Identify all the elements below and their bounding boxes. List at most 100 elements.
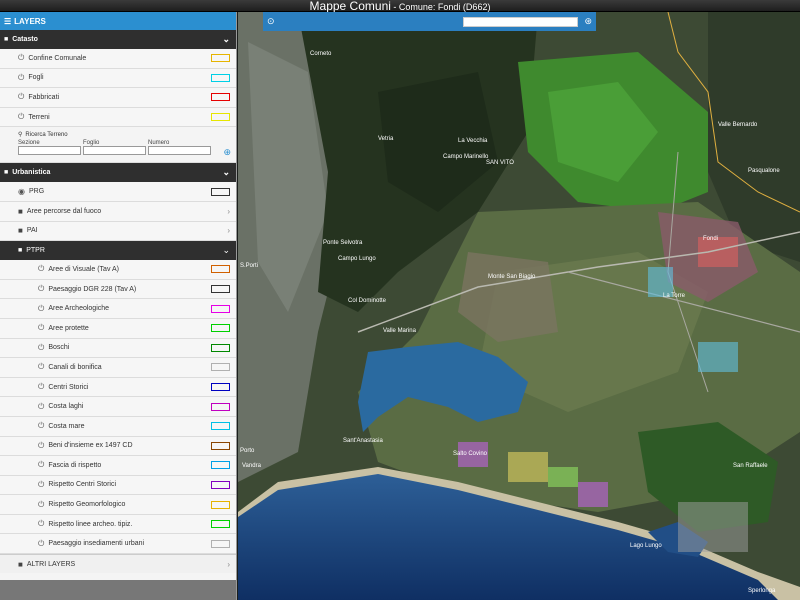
chevron-right-icon[interactable]: › — [227, 560, 230, 569]
layer-label: Paesaggio insediamenti urbani — [48, 540, 145, 548]
layer-label: Aree protette — [48, 324, 89, 332]
satellite-map[interactable]: Vetria La Vecchia Campo Marinello SAN VI… — [238, 12, 800, 600]
zoom-search-icon[interactable]: ⊕ — [223, 147, 231, 158]
layer-row[interactable]: ⏻ Rispetto Geomorfologico — [0, 495, 236, 515]
map-canvas[interactable]: Vetria La Vecchia Campo Marinello SAN VI… — [238, 12, 800, 600]
legend-swatch — [211, 363, 230, 372]
legend-swatch — [211, 304, 230, 313]
legend-swatch — [211, 402, 230, 411]
chevron-right-icon[interactable]: › — [227, 226, 230, 235]
chevron-right-icon[interactable]: › — [227, 207, 230, 216]
chevron-down-icon[interactable]: ⌄ — [222, 34, 230, 45]
map-search-input[interactable] — [463, 16, 579, 27]
map-label: Campo Lungo — [338, 256, 376, 262]
map-label: SAN VITO — [486, 160, 514, 166]
power-toggle-icon[interactable]: ⏻ — [18, 92, 24, 102]
map-label: Fondi — [703, 236, 718, 242]
legend-swatch — [211, 73, 230, 82]
map-label: Valle Marina — [383, 328, 417, 334]
layer-row[interactable]: ⏻ Costa laghi — [0, 397, 236, 417]
section-catasto-label: Catasto — [12, 36, 38, 43]
folder-label: Aree percorse dal fuoco — [26, 207, 102, 215]
power-toggle-icon[interactable]: ⏻ — [38, 460, 44, 470]
legend-swatch — [211, 480, 230, 489]
altri-layers[interactable]: ■ ALTRI LAYERS › — [0, 554, 236, 574]
folder-aree-percorse[interactable]: ■ Aree percorse dal fuoco › — [0, 201, 236, 222]
power-toggle-icon[interactable]: ⏻ — [18, 112, 24, 122]
layer-label: Costa mare — [48, 422, 85, 430]
layer-row[interactable]: ⏻ Beni d'insieme ex 1497 CD — [0, 436, 236, 457]
radio-icon[interactable]: ◉ — [18, 187, 25, 196]
layer-label: Fabbricati — [28, 93, 60, 101]
layers-sidebar: ☰ LAYERS ■ Catasto ⌄ ⏻ Confine Comunale ⏻ Fo… — [0, 12, 237, 600]
layer-row[interactable]: ⏻ Fascia di rispetto — [0, 456, 236, 476]
layers-header: ☰ LAYERS — [0, 12, 236, 30]
power-toggle-icon[interactable]: ⏻ — [38, 500, 44, 510]
map-label: Vetria — [378, 136, 394, 142]
chevron-down-icon[interactable]: ⌄ — [222, 245, 230, 256]
section-urbanistica-label: Urbanistica — [12, 169, 51, 177]
layer-row[interactable]: ⏻ Centri Storici — [0, 377, 236, 398]
power-toggle-icon[interactable]: ⏻ — [18, 53, 24, 63]
layer-row[interactable]: ⏻ Canali di bonifica — [0, 358, 236, 378]
numero-input[interactable] — [148, 146, 211, 156]
layer-row[interactable]: ⏻ Paesaggio insediamenti urbani — [0, 534, 236, 555]
map-label: Porto — [240, 448, 255, 454]
legend-swatch — [211, 343, 230, 352]
section-ptpr[interactable]: ■ PTPR ⌄ — [0, 241, 236, 261]
layer-row[interactable]: ⏻ Aree protette — [0, 318, 236, 339]
power-toggle-icon[interactable]: ⏻ — [38, 480, 44, 490]
section-catasto[interactable]: ■ Catasto ⌄ — [0, 30, 236, 49]
section-ptpr-label: PTPR — [26, 247, 45, 255]
layer-row[interactable]: ⏻ Rispetto linee archeo. tipiz. — [0, 514, 236, 535]
layer-row[interactable]: ⏻ Aree di Visuale (Tav A) — [0, 260, 236, 280]
layer-label: Canali di bonifica — [48, 363, 102, 371]
folder-pai[interactable]: ■ PAI › — [0, 221, 236, 242]
map-label: Pasqualone — [748, 168, 780, 174]
layer-label: Fogli — [28, 74, 44, 82]
power-toggle-icon[interactable]: ⏻ — [38, 539, 44, 549]
layer-label: Fascia di rispetto — [48, 461, 102, 469]
power-toggle-icon[interactable]: ⏻ — [38, 284, 44, 294]
layers-title: LAYERS — [14, 16, 46, 26]
power-toggle-icon[interactable]: ⏻ — [38, 382, 44, 392]
power-toggle-icon[interactable]: ⏻ — [38, 323, 44, 333]
power-toggle-icon[interactable]: ⏻ — [38, 362, 44, 372]
folder-icon: ■ — [4, 36, 9, 43]
layer-row[interactable]: ⏻ Boschi — [0, 338, 236, 359]
power-toggle-icon[interactable]: ⏻ — [38, 264, 44, 274]
foglio-input[interactable] — [83, 146, 146, 156]
layer-row[interactable]: ⏻ Costa mare — [0, 416, 236, 437]
power-toggle-icon[interactable]: ⏻ — [38, 402, 44, 412]
layer-row[interactable]: ⏻ Fabbricati — [0, 88, 236, 108]
power-toggle-icon[interactable]: ⏻ — [38, 304, 44, 314]
power-toggle-icon[interactable]: ⏻ — [38, 519, 44, 529]
altri-layers-label: ALTRI LAYERS — [26, 560, 76, 568]
globe-icon[interactable]: ⊛ — [584, 16, 592, 27]
folder-icon: ■ — [18, 559, 23, 569]
section-urbanistica[interactable]: ■ Urbanistica ⌄ — [0, 163, 236, 183]
power-toggle-icon[interactable]: ⏻ — [18, 73, 24, 83]
chevron-down-icon[interactable]: ⌄ — [222, 167, 230, 178]
layer-prg[interactable]: ◉ PRG — [0, 182, 236, 202]
sezione-input[interactable] — [18, 146, 81, 156]
layer-row[interactable]: ⏻ Fogli — [0, 68, 236, 89]
list-icon: ☰ — [4, 16, 12, 26]
power-toggle-icon[interactable]: ⏻ — [38, 421, 44, 431]
map-label: Ponte Selvotra — [323, 240, 363, 246]
power-toggle-icon[interactable]: ⏻ — [38, 343, 44, 353]
legend-swatch — [211, 324, 230, 333]
legend-swatch — [211, 461, 230, 470]
layer-row[interactable]: ⏻ Aree Archeologiche — [0, 299, 236, 319]
layer-row[interactable]: ⏻ Confine Comunale — [0, 49, 236, 69]
locate-icon[interactable]: ⊙ — [267, 16, 275, 27]
folder-label: PAI — [26, 227, 38, 235]
power-toggle-icon[interactable]: ⏻ — [38, 441, 44, 451]
layer-label: Terreni — [28, 113, 50, 121]
layer-row[interactable]: ⏻ Rispetto Centri Storici — [0, 475, 236, 496]
layer-row[interactable]: ⏻ Paesaggio DGR 228 (Tav A) — [0, 279, 236, 300]
map-label: Salto Covino — [453, 451, 488, 457]
map-label: La Vecchia — [458, 138, 488, 144]
legend-swatch — [211, 422, 230, 431]
layer-row[interactable]: ⏻ Terreni — [0, 107, 236, 128]
